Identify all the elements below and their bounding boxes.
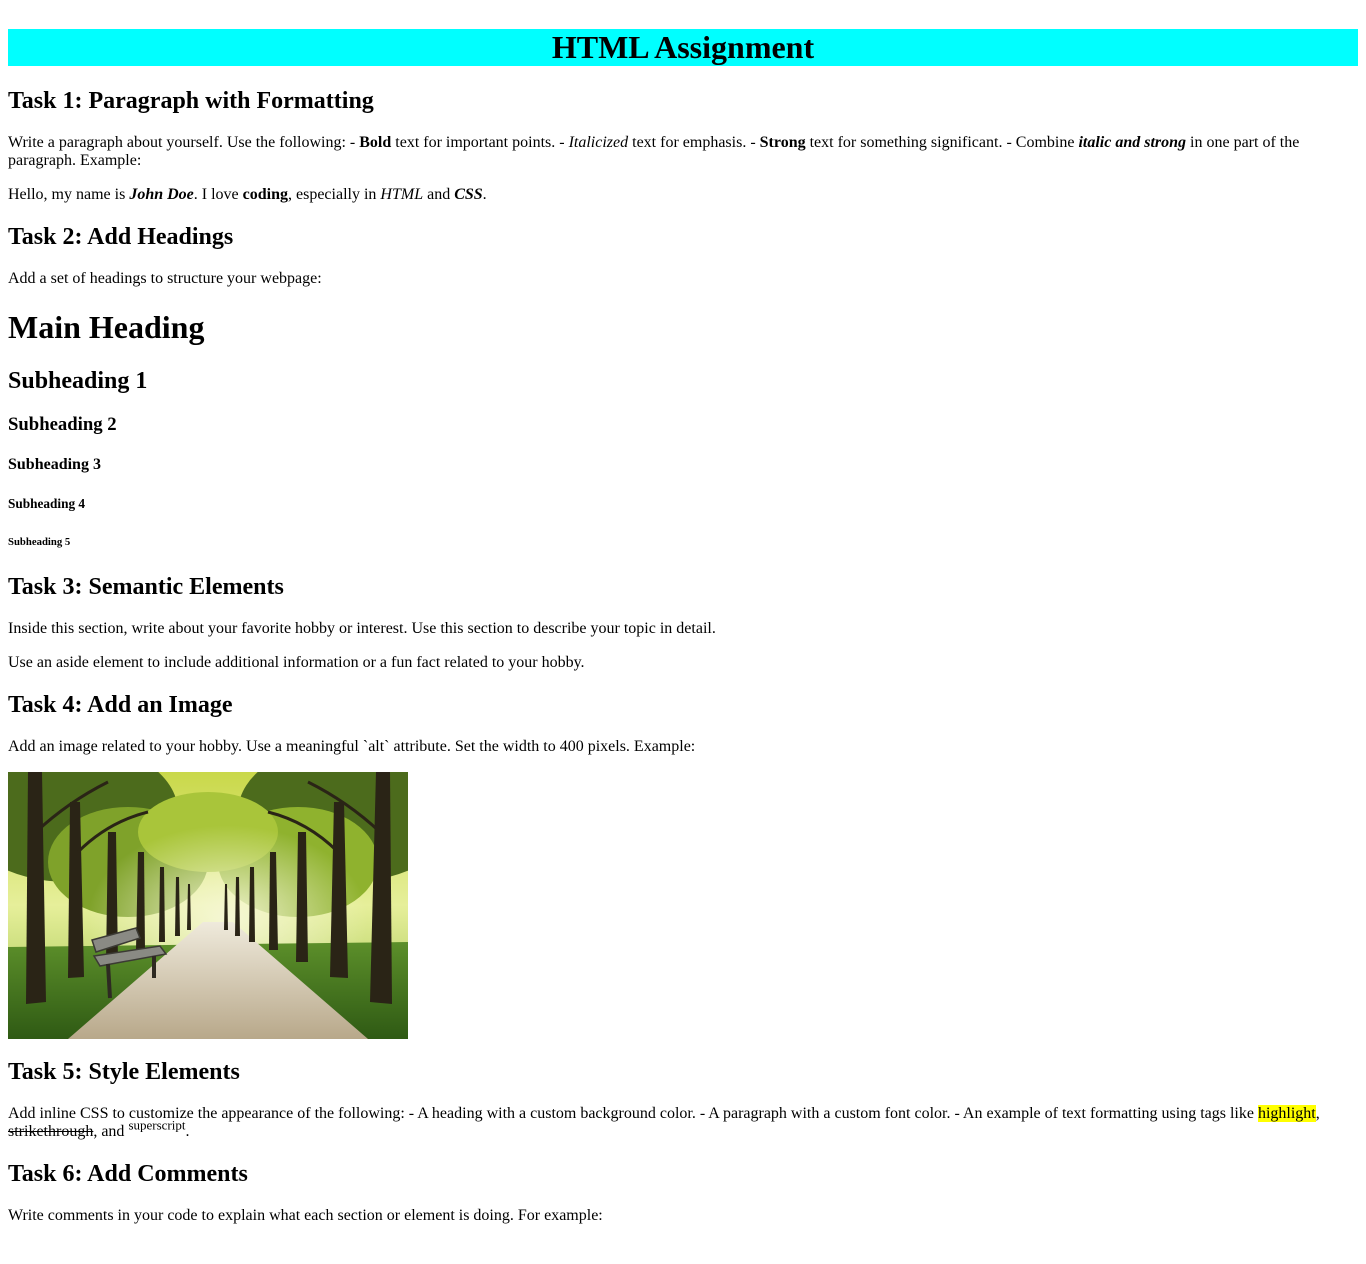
task5-text-1: Add inline CSS to customize the appearan… — [8, 1105, 1258, 1122]
subheading-4: Subheading 4 — [8, 496, 86, 511]
task1-text-4: text for something significant. - Combin… — [805, 134, 1079, 151]
park-path-image — [8, 772, 408, 1039]
subheading-1: Subheading 1 — [8, 368, 148, 394]
task1-section: Task 1: Paragraph with Formatting Write … — [8, 87, 1358, 204]
task5-heading: Task 5: Style Elements — [8, 1059, 240, 1085]
subheading-3: Subheading 3 — [8, 456, 101, 473]
task2-heading: Task 2: Add Headings — [8, 224, 234, 250]
italic-example: Italicized — [568, 134, 629, 151]
task3-section: Task 3: Semantic Elements Inside this se… — [8, 573, 1358, 672]
bold-example: Bold — [359, 134, 392, 151]
example-text-1: Hello, my name is — [8, 186, 130, 203]
task5-text-4: . — [185, 1123, 190, 1140]
task1-text-1: Write a paragraph about yourself. Use th… — [8, 134, 360, 151]
example-text-3: , especially in — [287, 186, 381, 203]
task3-paragraph: Inside this section, write about your fa… — [8, 620, 716, 637]
example-coding: coding — [242, 186, 288, 203]
task5-text-3: , and — [93, 1123, 129, 1140]
page-title: HTML Assignment — [8, 29, 1358, 66]
task2-section: Task 2: Add Headings Add a set of headin… — [8, 223, 1358, 548]
task6-heading: Task 6: Add Comments — [8, 1161, 248, 1187]
task5-text-2: , — [1315, 1105, 1320, 1122]
task2-intro: Add a set of headings to structure your … — [8, 270, 322, 287]
subheading-5: Subheading 5 — [8, 536, 71, 548]
task1-text-3: text for emphasis. - — [628, 134, 760, 151]
example-text-5: . — [482, 186, 487, 203]
strikethrough-example: strikethrough — [8, 1123, 94, 1140]
example-css: CSS — [454, 186, 483, 203]
task1-example: Hello, my name is John Doe. I love codin… — [8, 186, 1358, 204]
task1-text-2: text for important points. - — [391, 134, 569, 151]
task1-instructions: Write a paragraph about yourself. Use th… — [8, 134, 1358, 170]
task6-section: Task 6: Add Comments Write comments in y… — [8, 1160, 1358, 1225]
task5-section: Task 5: Style Elements Add inline CSS to… — [8, 1058, 1358, 1141]
task3-heading: Task 3: Semantic Elements — [8, 574, 284, 600]
example-name: John Doe — [129, 186, 194, 203]
main-heading: Main Heading — [8, 309, 205, 345]
italic-strong-example: italic and strong — [1078, 134, 1187, 151]
example-text-2: . I love — [193, 186, 243, 203]
superscript-example: superscript — [128, 1117, 186, 1133]
subheading-2: Subheading 2 — [8, 414, 117, 435]
task4-section: Task 4: Add an Image Add an image relate… — [8, 691, 1358, 1039]
task5-text: Add inline CSS to customize the appearan… — [8, 1105, 1358, 1141]
task4-heading: Task 4: Add an Image — [8, 692, 233, 718]
task3-aside-text: Use an aside element to include addition… — [8, 654, 585, 671]
task6-intro: Write comments in your code to explain w… — [8, 1207, 603, 1224]
example-text-4: and — [423, 186, 455, 203]
task1-heading: Task 1: Paragraph with Formatting — [8, 88, 374, 114]
page: HTML Assignment Task 1: Paragraph with F… — [0, 0, 1366, 1225]
strong-example: Strong — [759, 134, 806, 151]
task4-intro: Add an image related to your hobby. Use … — [8, 738, 696, 755]
example-html: HTML — [380, 186, 424, 203]
highlight-example: highlight — [1257, 1105, 1316, 1122]
